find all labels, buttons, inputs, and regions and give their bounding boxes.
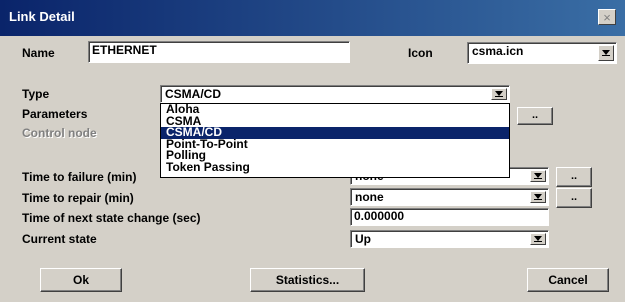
chevron-down-icon xyxy=(534,194,542,200)
time-to-failure-label: Time to failure (min) xyxy=(22,170,137,184)
type-options-list[interactable]: Aloha CSMA CSMA/CD Point-To-Point Pollin… xyxy=(160,103,510,178)
time-to-failure-button[interactable]: .. xyxy=(556,167,592,187)
type-select-value: CSMA/CD xyxy=(165,87,221,101)
time-to-repair-button[interactable]: .. xyxy=(556,188,592,208)
type-option-point-to-point[interactable]: Point-To-Point xyxy=(161,138,509,151)
next-state-change-input[interactable]: 0.000000 xyxy=(350,208,549,226)
parameters-button[interactable]: .. xyxy=(517,107,553,125)
icon-select[interactable]: csma.icn xyxy=(467,42,617,64)
icon-select-value: csma.icn xyxy=(472,44,524,58)
type-option-token-passing[interactable]: Token Passing xyxy=(161,161,509,174)
window-title: Link Detail xyxy=(9,9,75,24)
type-dropdown-button[interactable] xyxy=(491,88,507,100)
type-label: Type xyxy=(22,87,50,101)
type-select[interactable]: CSMA/CD xyxy=(160,85,510,103)
icon-dropdown-button[interactable] xyxy=(598,45,614,61)
current-state-value: Up xyxy=(355,232,371,246)
time-to-repair-select[interactable]: none xyxy=(350,188,549,206)
current-state-dropdown-button[interactable] xyxy=(530,233,546,245)
statistics-button[interactable]: Statistics... xyxy=(250,268,365,292)
title-bar xyxy=(0,0,625,36)
time-to-repair-label: Time to repair (min) xyxy=(22,191,134,205)
name-input[interactable]: ETHERNET xyxy=(88,41,350,63)
icon-label: Icon xyxy=(408,46,433,60)
chevron-down-icon xyxy=(534,173,542,179)
cancel-button[interactable]: Cancel xyxy=(527,268,609,292)
time-to-repair-value: none xyxy=(355,190,384,204)
close-icon: × xyxy=(603,10,611,25)
time-to-failure-dropdown-button[interactable] xyxy=(530,170,546,182)
control-node-label: Control node xyxy=(22,126,97,140)
type-option-aloha[interactable]: Aloha xyxy=(161,103,509,116)
time-to-repair-dropdown-button[interactable] xyxy=(530,191,546,203)
current-state-label: Current state xyxy=(22,232,97,246)
name-label: Name xyxy=(22,46,55,60)
ok-button[interactable]: Ok xyxy=(40,268,122,292)
close-button[interactable]: × xyxy=(598,9,616,25)
chevron-down-icon xyxy=(495,91,503,97)
parameters-label: Parameters xyxy=(22,107,88,121)
current-state-select[interactable]: Up xyxy=(350,230,549,248)
chevron-down-icon xyxy=(602,50,610,56)
chevron-down-icon xyxy=(534,236,542,242)
next-state-change-label: Time of next state change (sec) xyxy=(22,211,201,225)
